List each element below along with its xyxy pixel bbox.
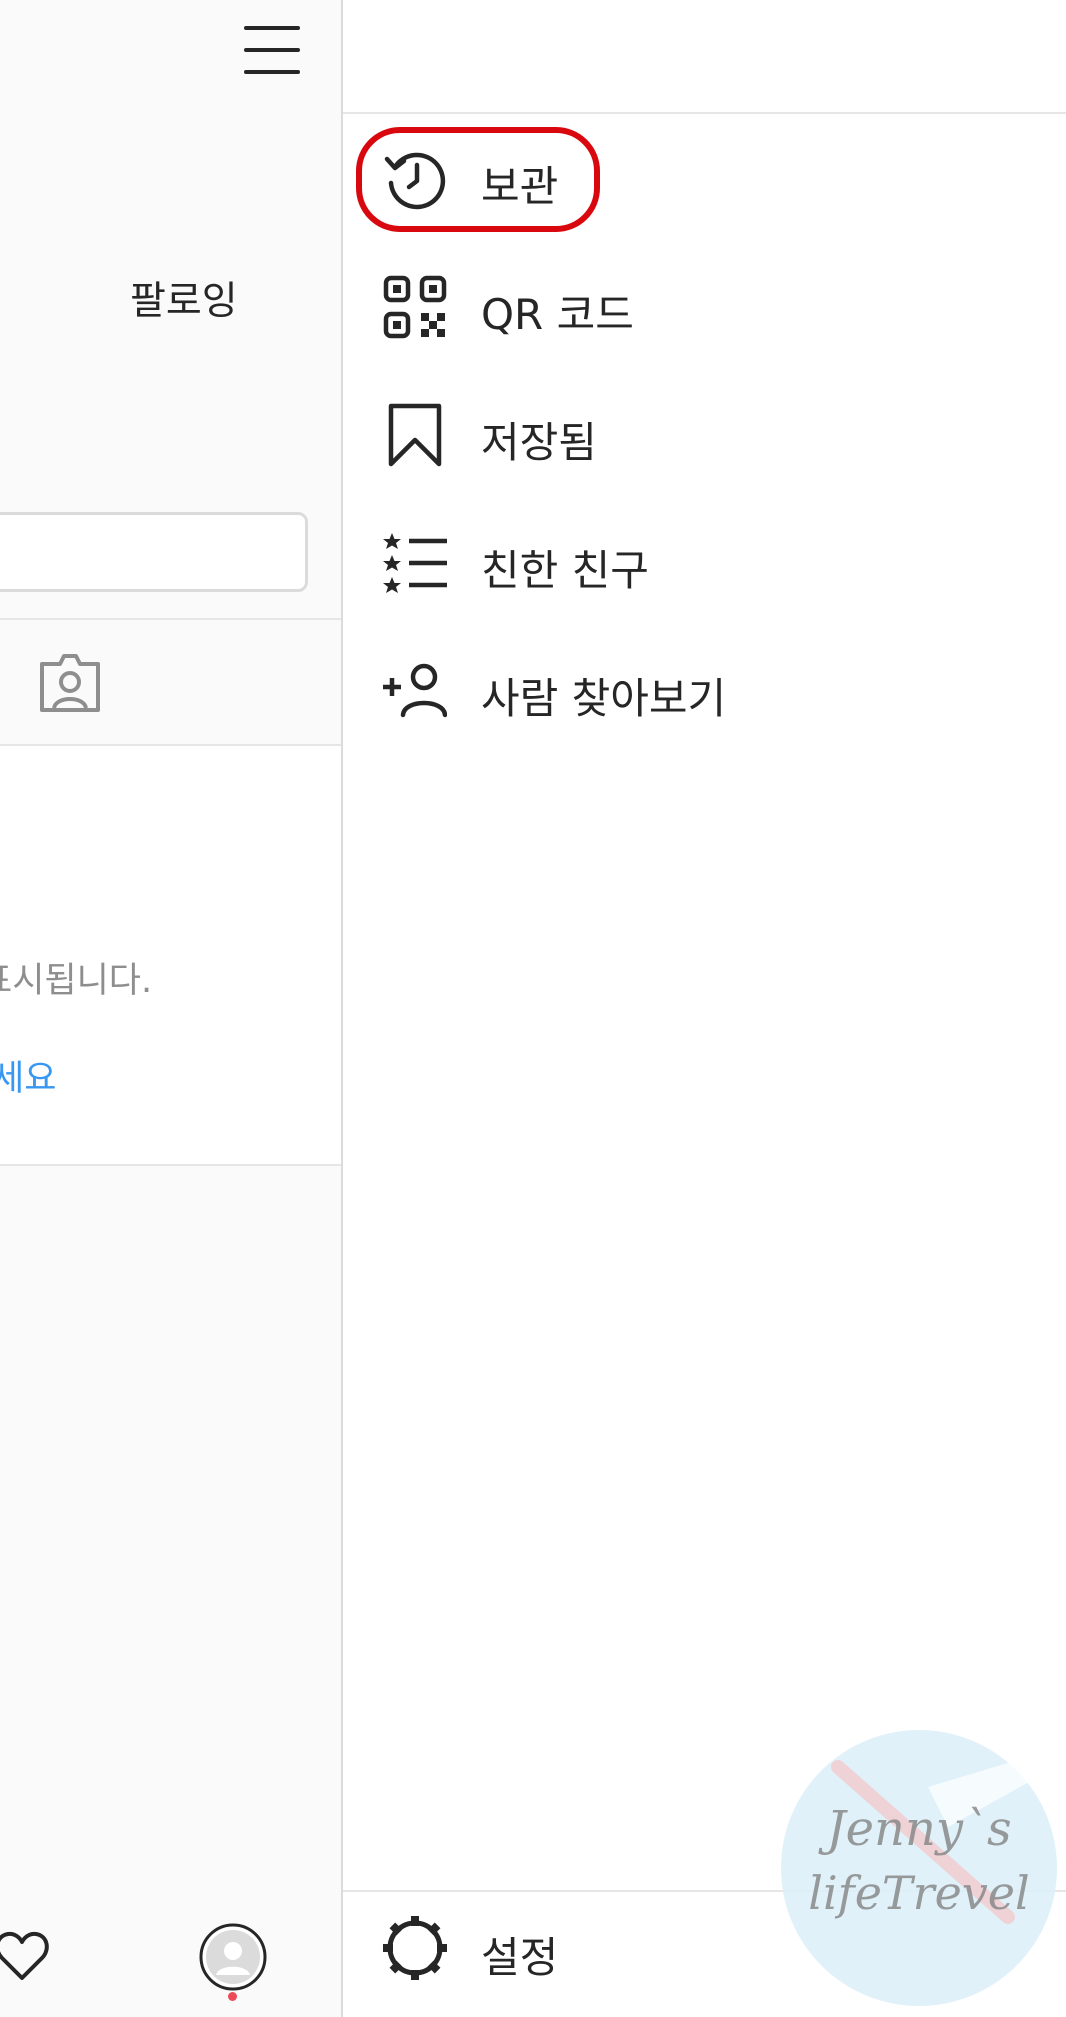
edit-profile-button[interactable]	[0, 512, 308, 592]
profile-panel: 팔로잉 표시됩니다. 세요	[0, 0, 341, 2017]
watermark-line-2: lifeTrevel	[808, 1866, 1030, 1920]
bottom-nav-bar	[0, 1920, 341, 2017]
following-count-label[interactable]: 팔로잉	[130, 270, 238, 326]
qr-code-icon	[383, 275, 447, 339]
menu-item-label: 친한 친구	[481, 546, 649, 595]
notification-dot	[228, 1992, 237, 2001]
tagged-photos-icon[interactable]	[38, 652, 102, 714]
menu-item-label: 저장됨	[481, 418, 597, 467]
add-person-icon	[383, 659, 448, 723]
close-friends-list-icon	[383, 531, 447, 595]
highlight-annotation	[356, 127, 600, 232]
menu-item-saved[interactable]: 저장됨	[343, 383, 1066, 483]
profile-avatar-icon[interactable]	[198, 1922, 268, 1992]
hamburger-menu-icon[interactable]	[244, 24, 300, 76]
watermark-line-1: Jenny`s	[817, 1801, 1011, 1857]
menu-item-discover-people[interactable]: 사람 찾아보기	[343, 639, 1066, 739]
watermark-logo: Jenny`s lifeTrevel	[778, 1727, 1060, 2009]
settings-label: 설정	[481, 1933, 559, 1982]
empty-state-link[interactable]: 세요	[0, 1050, 56, 1101]
menu-item-close-friends[interactable]: 친한 친구	[343, 511, 1066, 611]
empty-state-text: 표시됩니다.	[0, 961, 153, 1001]
menu-item-qr-code[interactable]: QR 코드	[343, 255, 1066, 355]
drawer-header	[343, 0, 1066, 114]
bookmark-icon	[383, 403, 447, 467]
menu-item-label: QR 코드	[481, 290, 634, 339]
side-drawer: 보관 QR 코드 저장됨 친한 친구 사람 찾아보기 설정	[341, 0, 1066, 2017]
menu-item-label: 사람 찾아보기	[481, 674, 727, 723]
heart-icon[interactable]	[0, 1928, 50, 1984]
gear-icon	[383, 1916, 447, 1980]
